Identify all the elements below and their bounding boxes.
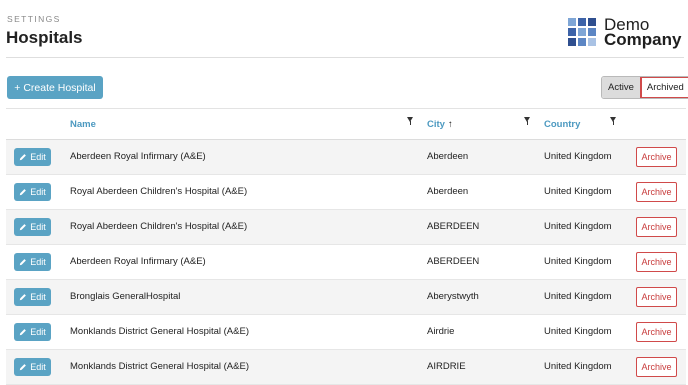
edit-button[interactable]: Edit <box>14 288 51 306</box>
archive-label: Archive <box>641 362 672 372</box>
hospital-country: United Kingdom <box>544 221 612 232</box>
archive-button[interactable]: Archive <box>636 287 677 307</box>
logo-grid-icon <box>568 18 596 46</box>
hospital-country: United Kingdom <box>544 361 612 372</box>
pencil-icon <box>20 154 27 161</box>
archive-button[interactable]: Archive <box>636 147 677 167</box>
edit-label: Edit <box>30 152 46 162</box>
archive-button[interactable]: Archive <box>636 357 677 377</box>
hospital-city: ABERDEEN <box>427 221 480 232</box>
table-row: Edit Royal Aberdeen Children's Hospital … <box>6 210 686 245</box>
column-country-label: Country <box>544 119 581 130</box>
hospital-country: United Kingdom <box>544 326 612 337</box>
table-row: Edit Royal Aberdeen Children's Hospital … <box>6 175 686 210</box>
header-divider <box>6 57 684 58</box>
table-row: Edit Aberdeen Royal Infirmary (A&E) Aber… <box>6 140 686 175</box>
hospital-name: Bronglais GeneralHospital <box>70 291 181 302</box>
status-toggle: Active Archived <box>601 76 688 99</box>
hospital-city: Airdrie <box>427 326 455 337</box>
hospital-name: Aberdeen Royal Infirmary (A&E) <box>70 256 206 267</box>
table-row: Edit Bronglais GeneralHospital Aberystwy… <box>6 280 686 315</box>
table-row: Edit Aberdeen Royal Infirmary (A&E) ABER… <box>6 245 686 280</box>
pencil-icon <box>20 259 27 266</box>
settings-eyebrow: SETTINGS <box>7 14 61 24</box>
filter-icon[interactable] <box>407 117 413 125</box>
filter-icon[interactable] <box>610 117 616 125</box>
pencil-icon <box>20 329 27 336</box>
archive-label: Archive <box>641 187 672 197</box>
archive-label: Archive <box>641 257 672 267</box>
edit-label: Edit <box>30 362 46 372</box>
archive-label: Archive <box>641 222 672 232</box>
table-row: Edit Monklands District General Hospital… <box>6 315 686 350</box>
archive-button[interactable]: Archive <box>636 217 677 237</box>
edit-button[interactable]: Edit <box>14 323 51 341</box>
archive-button[interactable]: Archive <box>636 182 677 202</box>
archive-label: Archive <box>641 292 672 302</box>
hospital-country: United Kingdom <box>544 151 612 162</box>
column-name-label: Name <box>70 119 96 130</box>
hospital-country: United Kingdom <box>544 291 612 302</box>
edit-label: Edit <box>30 292 46 302</box>
hospital-city: AIRDRIE <box>427 361 466 372</box>
hospital-city: ABERDEEN <box>427 256 480 267</box>
pencil-icon <box>20 364 27 371</box>
toggle-active[interactable]: Active <box>602 77 640 98</box>
edit-label: Edit <box>30 222 46 232</box>
hospital-country: United Kingdom <box>544 256 612 267</box>
table-header: Name City ↑ Country <box>6 108 686 140</box>
hospital-city: Aberystwyth <box>427 291 479 302</box>
edit-label: Edit <box>30 327 46 337</box>
pencil-icon <box>20 224 27 231</box>
hospital-city: Aberdeen <box>427 151 469 162</box>
create-hospital-label: + Create Hospital <box>14 81 96 94</box>
edit-button[interactable]: Edit <box>14 358 51 376</box>
pencil-icon <box>20 294 27 301</box>
hospitals-table: Name City ↑ Country Edit Aberdeen Royal … <box>6 108 686 385</box>
edit-button[interactable]: Edit <box>14 218 51 236</box>
hospital-name: Monklands District General Hospital (A&E… <box>70 361 249 372</box>
column-city-label: City <box>427 119 445 130</box>
page-title: Hospitals <box>6 28 83 47</box>
table-row: Edit Monklands District General Hospital… <box>6 350 686 385</box>
archive-button[interactable]: Archive <box>636 252 677 272</box>
sort-asc-icon: ↑ <box>447 119 453 130</box>
column-header-country[interactable]: Country <box>544 119 580 130</box>
edit-label: Edit <box>30 257 46 267</box>
toggle-archived[interactable]: Archived <box>639 77 688 98</box>
column-header-name[interactable]: Name <box>70 119 96 130</box>
archive-label: Archive <box>641 152 672 162</box>
hospital-city: Aberdeen <box>427 186 469 197</box>
column-header-city[interactable]: City ↑ <box>427 119 453 130</box>
filter-icon[interactable] <box>524 117 530 125</box>
archive-label: Archive <box>641 327 672 337</box>
pencil-icon <box>20 189 27 196</box>
hospital-name: Royal Aberdeen Children's Hospital (A&E) <box>70 221 248 232</box>
table-body: Edit Aberdeen Royal Infirmary (A&E) Aber… <box>6 140 686 385</box>
company-logo: Demo Company <box>568 15 684 49</box>
edit-button[interactable]: Edit <box>14 183 51 201</box>
hospital-country: United Kingdom <box>544 186 612 197</box>
create-hospital-button[interactable]: + Create Hospital <box>7 76 103 99</box>
edit-button[interactable]: Edit <box>14 253 51 271</box>
hospital-name: Royal Aberdeen Children's Hospital (A&E) <box>70 186 248 197</box>
archive-button[interactable]: Archive <box>636 322 677 342</box>
edit-button[interactable]: Edit <box>14 148 51 166</box>
hospital-name: Aberdeen Royal Infirmary (A&E) <box>70 151 206 162</box>
hospital-name: Monklands District General Hospital (A&E… <box>70 326 249 337</box>
logo-text-company: Company <box>604 30 682 49</box>
edit-label: Edit <box>30 187 46 197</box>
